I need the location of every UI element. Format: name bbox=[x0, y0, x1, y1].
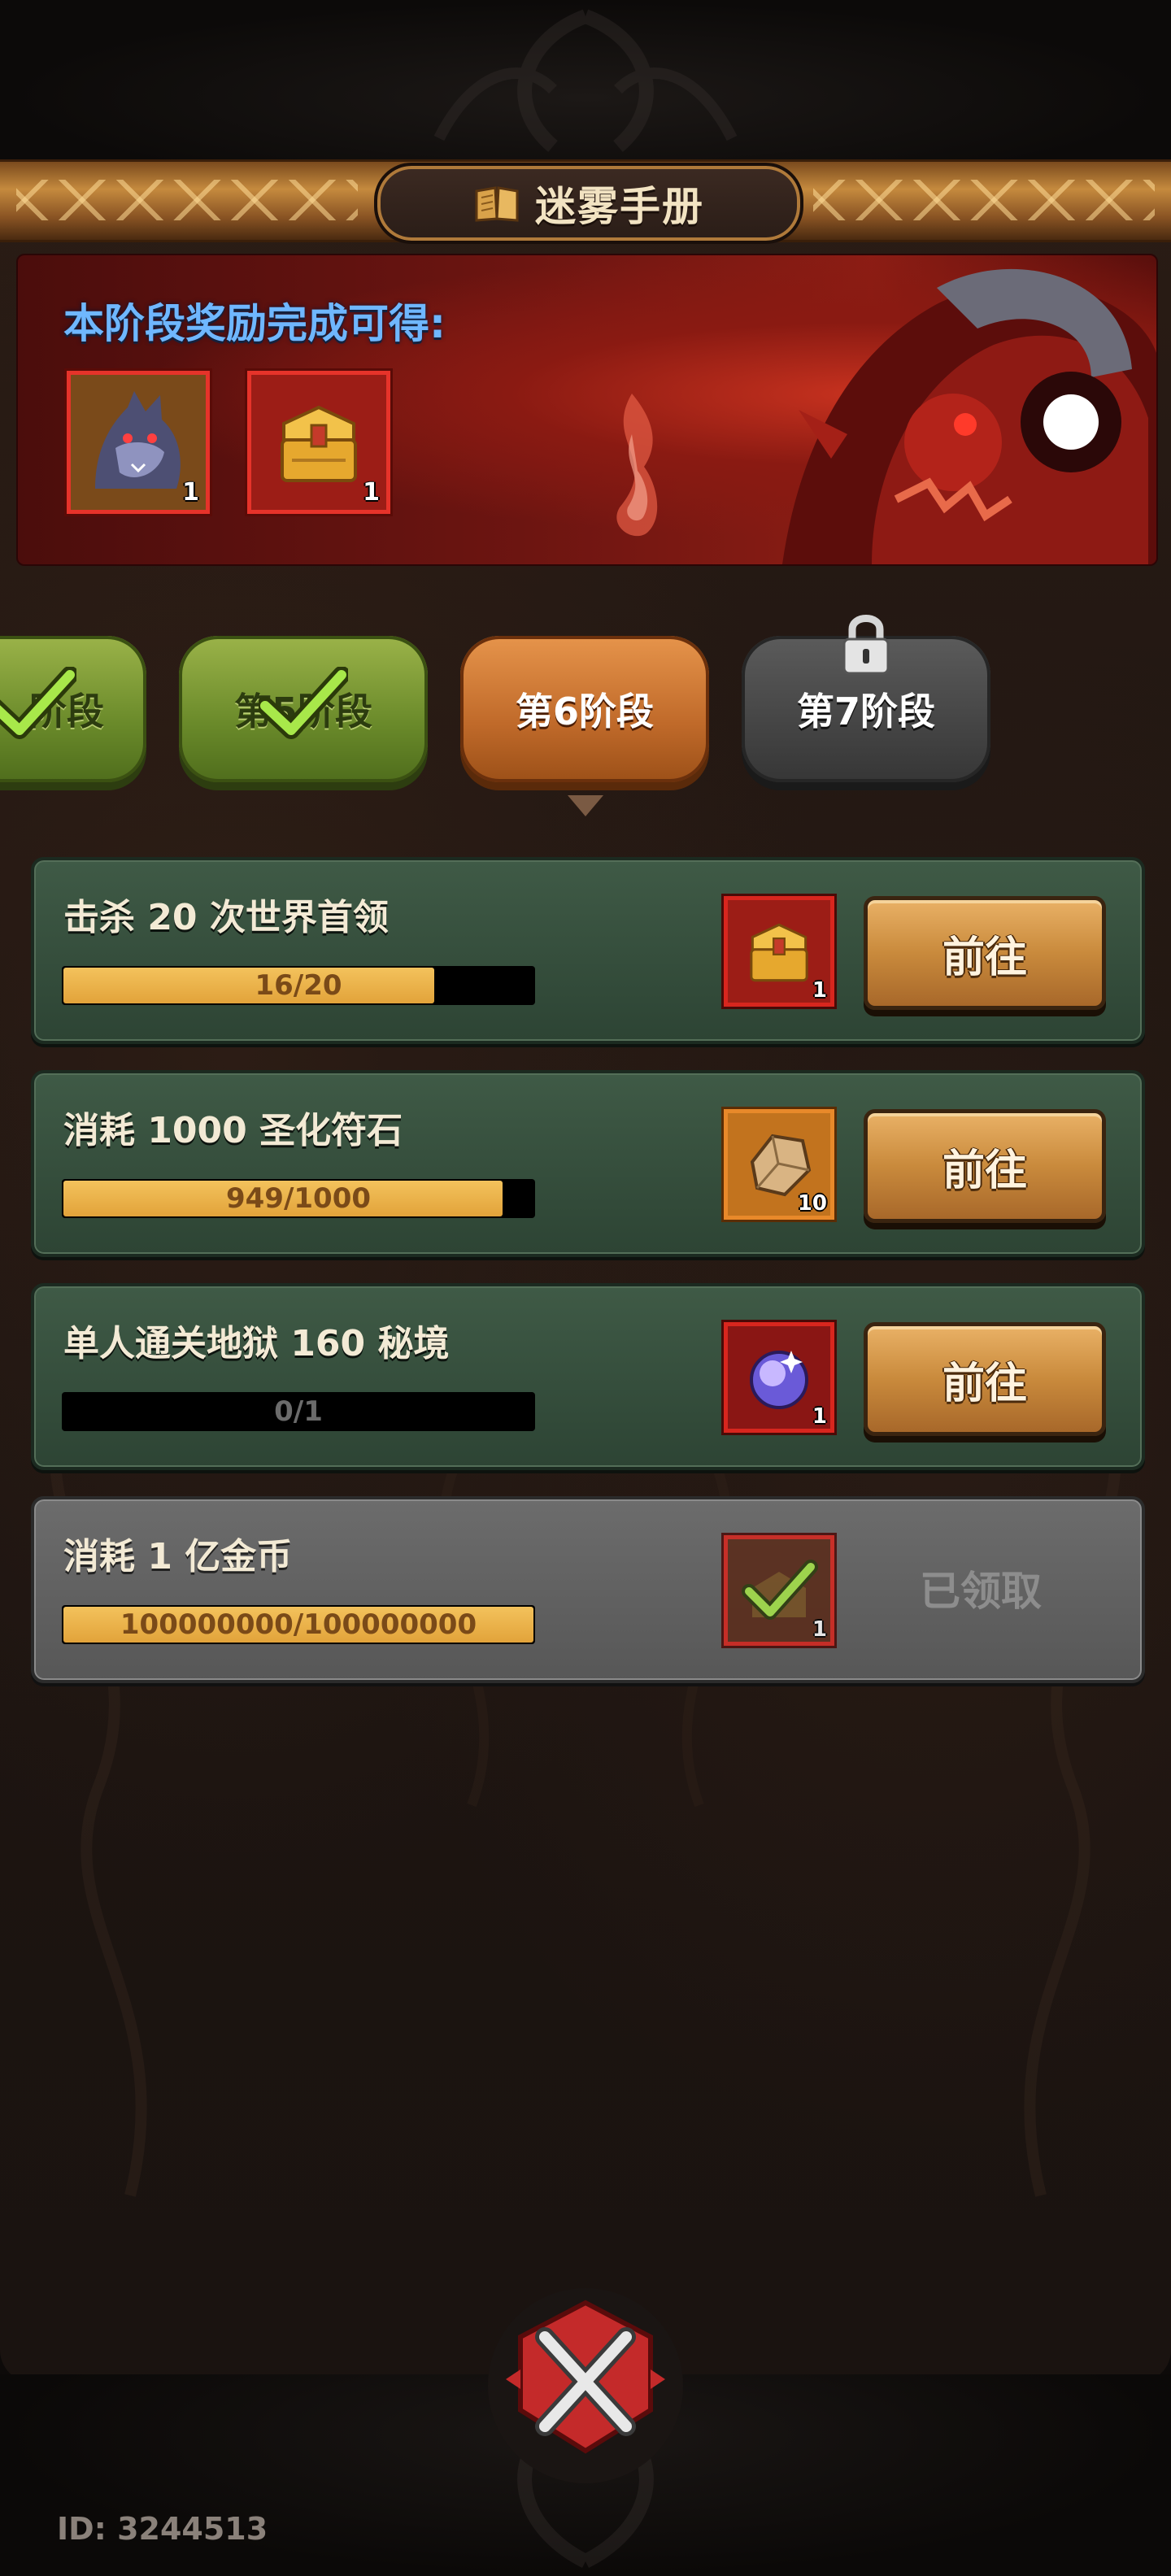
quest-title: 消耗 1000 圣化符石 bbox=[63, 1110, 403, 1151]
tab-stage-5[interactable]: 第5阶段 bbox=[179, 636, 428, 782]
stage-tabs: 阶段 第5阶段 第6阶段 第7阶段 bbox=[0, 615, 1171, 789]
progress-text: 949/1000 bbox=[225, 1182, 372, 1215]
page-title: 迷雾手册 bbox=[535, 183, 704, 230]
quest-progress-bar: 16/20 bbox=[62, 966, 535, 1005]
quest-title: 击杀 20 次世界首领 bbox=[63, 897, 389, 938]
go-button[interactable]: 前往 bbox=[864, 1322, 1106, 1436]
reward-banner: 本阶段奖励完成可得: 1 1 bbox=[16, 254, 1158, 566]
reward-count: 10 bbox=[797, 1191, 827, 1216]
reward-count: 1 bbox=[812, 1404, 827, 1429]
padlock-icon bbox=[842, 615, 890, 675]
top-background bbox=[0, 0, 1171, 163]
reward-item-slot: 1 bbox=[724, 1535, 834, 1646]
reward-count: 1 bbox=[182, 478, 199, 507]
demon-boss-icon bbox=[782, 268, 1156, 564]
title-bar-pattern-right bbox=[813, 180, 1155, 220]
quest-row: 消耗 1 亿金币 100000000/100000000 1 已领取 bbox=[31, 1496, 1145, 1683]
tab-label: 第7阶段 bbox=[796, 690, 935, 733]
go-button[interactable]: 前往 bbox=[864, 1109, 1106, 1223]
title-bar-pattern-left bbox=[16, 180, 358, 220]
tab-stage-7[interactable]: 第7阶段 bbox=[742, 615, 990, 782]
go-button[interactable]: 前往 bbox=[864, 896, 1106, 1010]
reward-item-slot[interactable]: 1 bbox=[724, 896, 834, 1007]
reward-item-slot[interactable]: 10 bbox=[724, 1109, 834, 1220]
close-x-icon bbox=[506, 2300, 665, 2454]
reward-count: 1 bbox=[812, 1617, 827, 1642]
progress-text: 16/20 bbox=[255, 969, 342, 1002]
tab-stage-6[interactable]: 第6阶段 bbox=[460, 636, 709, 782]
user-id: ID: 3244513 bbox=[57, 2511, 268, 2547]
active-tab-pointer bbox=[568, 795, 603, 816]
quest-title: 单人通关地狱 160 秘境 bbox=[63, 1323, 450, 1364]
progress-text: 0/1 bbox=[274, 1395, 323, 1428]
reward-banner-title: 本阶段奖励完成可得: bbox=[63, 300, 446, 347]
quest-progress-bar: 949/1000 bbox=[62, 1179, 535, 1218]
reward-slot-wolf[interactable]: 1 bbox=[67, 371, 210, 514]
claimed-label: 已领取 bbox=[920, 1568, 1042, 1615]
game-screen: 迷雾手册 本阶段奖励完成可得: 1 1 阶段 第5阶段 第6阶段 第7阶段 击杀… bbox=[0, 0, 1171, 2576]
reward-slot-chest[interactable]: 1 bbox=[247, 371, 390, 514]
quest-row: 消耗 1000 圣化符石 949/1000 10 前往 bbox=[31, 1070, 1145, 1257]
close-button[interactable] bbox=[488, 2288, 683, 2483]
flame-icon bbox=[616, 394, 658, 537]
reward-count: 1 bbox=[363, 478, 380, 507]
progress-text: 100000000/100000000 bbox=[120, 1608, 477, 1641]
checkmark-icon bbox=[0, 667, 76, 739]
title-plate: 迷雾手册 bbox=[374, 163, 803, 244]
book-icon bbox=[473, 185, 520, 222]
reward-count: 1 bbox=[812, 978, 827, 1003]
quest-progress-bar: 0/1 bbox=[62, 1392, 535, 1431]
checkmark-icon bbox=[259, 667, 348, 739]
quest-progress-bar: 100000000/100000000 bbox=[62, 1605, 535, 1644]
tab-stage-4[interactable]: 阶段 bbox=[0, 636, 146, 782]
tab-label: 第6阶段 bbox=[515, 690, 654, 733]
quest-row: 击杀 20 次世界首领 16/20 1 前往 bbox=[31, 857, 1145, 1044]
reward-item-slot[interactable]: 1 bbox=[724, 1322, 834, 1433]
quest-title: 消耗 1 亿金币 bbox=[63, 1536, 293, 1577]
quest-row: 单人通关地狱 160 秘境 0/1 1 前往 bbox=[31, 1283, 1145, 1470]
ornament-top-icon bbox=[433, 9, 738, 152]
